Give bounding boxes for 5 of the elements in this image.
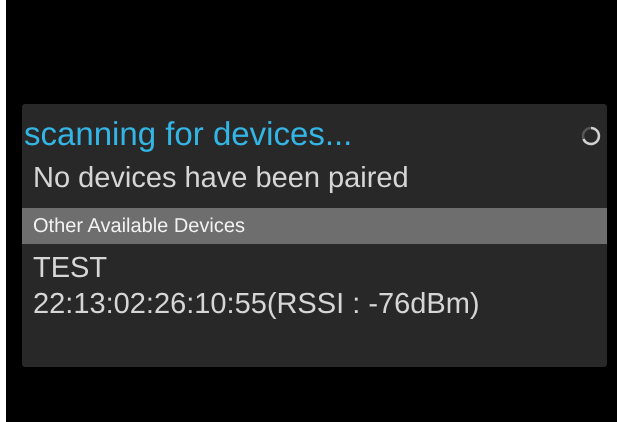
empty-message: No devices have been paired — [32, 161, 410, 196]
section-header: Other Available Devices — [22, 208, 607, 244]
dialog-title: scanning for devices... — [23, 114, 352, 154]
device-list-item[interactable]: TEST 22:13:02:26:10:55(RSSI : -76dBm) — [22, 250, 480, 322]
spinner-icon — [581, 126, 601, 146]
